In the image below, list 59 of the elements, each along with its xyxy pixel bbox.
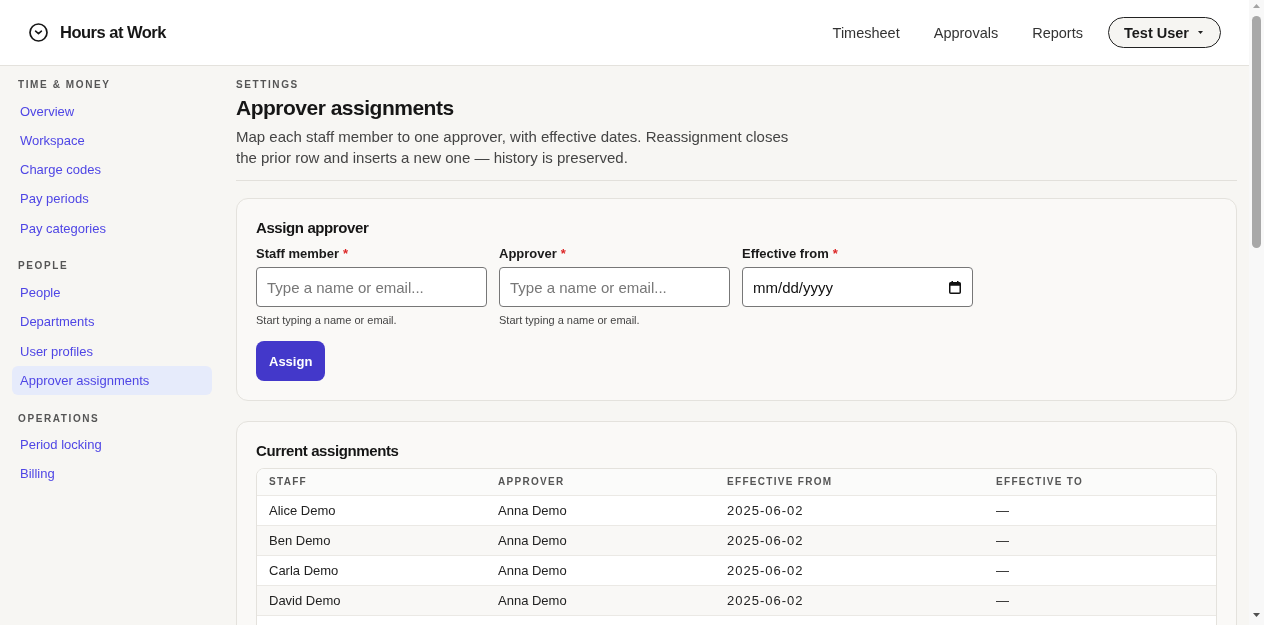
column-header: STAFF: [268, 475, 308, 489]
table-cell-text: Anna Demo: [497, 502, 568, 519]
app-title: Hours at Work: [60, 23, 166, 42]
section-label: SETTINGS: [236, 79, 300, 91]
card-title: Assign approver: [256, 218, 370, 238]
page-title: Approver assignments: [236, 95, 455, 121]
date-field[interactable]: mm/dd/yyyy: [742, 267, 973, 307]
field-label: Approver: [499, 246, 557, 261]
section-heading: TIME & MONEY: [17, 78, 112, 92]
page-description: Map each staff member to one approver, with effective dates. Reassignment closes the prior row and inserts a new one — history is preserved.: [236, 127, 790, 168]
sidebar-item[interactable]: People: [12, 278, 212, 308]
sidebar-item[interactable]: Departments: [12, 307, 212, 337]
sidebar-item[interactable]: Workspace: [12, 125, 212, 156]
help-text: Start typing a name or email.: [499, 313, 641, 327]
column-header: EFFECTIVE FROM: [726, 475, 834, 489]
table-cell-text: —: [995, 592, 1010, 609]
input-field[interactable]: Type a name or email...: [256, 267, 487, 307]
table-cell-text: Anna Demo: [497, 532, 568, 549]
calendar-icon[interactable]: [949, 281, 961, 294]
sidebar-item[interactable]: Pay periods: [12, 184, 212, 214]
table-cell-text: Ben Demo: [268, 532, 332, 549]
table-cell-text: Anna Demo: [497, 592, 568, 609]
field-label: Staff member: [256, 246, 340, 261]
table-cell-text: 2025-06-02: [726, 532, 805, 549]
required-mark: *: [560, 246, 566, 261]
sidebar-item[interactable]: User profiles: [12, 336, 212, 366]
section-heading: PEOPLE: [17, 259, 70, 274]
table-cell-text: Alice Demo: [268, 502, 337, 519]
field-label: Effective from: [742, 246, 829, 261]
clock-icon: [29, 23, 48, 42]
required-mark: *: [832, 246, 838, 261]
input-field[interactable]: Type a name or email...: [499, 267, 730, 307]
table-cell-text: 2025-06-02: [726, 502, 805, 519]
section-heading: OPERATIONS: [17, 411, 101, 426]
help-text: Start typing a name or email.: [256, 313, 398, 327]
nav-link[interactable]: Approvals: [933, 24, 999, 41]
caret-icon: [1198, 31, 1203, 34]
table-cell-text: —: [995, 502, 1010, 519]
table-cell-text: Carla Demo: [268, 562, 340, 579]
table-cell-text: 2025-06-02: [726, 562, 805, 579]
sidebar-item[interactable]: Billing: [12, 459, 212, 489]
table-cell-text: —: [995, 562, 1010, 579]
table-cell-text: David Demo: [268, 592, 342, 609]
sidebar-item[interactable]: Approver assignments: [12, 365, 212, 396]
table-cell-text: —: [995, 532, 1010, 549]
column-header: APPROVER: [497, 475, 566, 489]
sidebar-item[interactable]: Pay categories: [12, 213, 212, 243]
user-menu-button[interactable]: Test User: [1108, 17, 1221, 48]
table-cell-text: 2025-06-02: [726, 592, 805, 609]
required-mark: *: [343, 246, 349, 261]
nav-link[interactable]: Timesheet: [832, 24, 900, 41]
sidebar-item[interactable]: Period locking: [12, 430, 212, 460]
sidebar-item[interactable]: Charge codes: [12, 155, 212, 185]
table-cell-text: Anna Demo: [497, 562, 568, 579]
card-title: Current assignments: [256, 441, 400, 461]
sidebar-item[interactable]: Overview: [12, 96, 212, 126]
nav-link[interactable]: Reports: [1032, 24, 1083, 41]
assign-button[interactable]: Assign: [256, 341, 326, 381]
column-header: EFFECTIVE TO: [995, 475, 1085, 489]
